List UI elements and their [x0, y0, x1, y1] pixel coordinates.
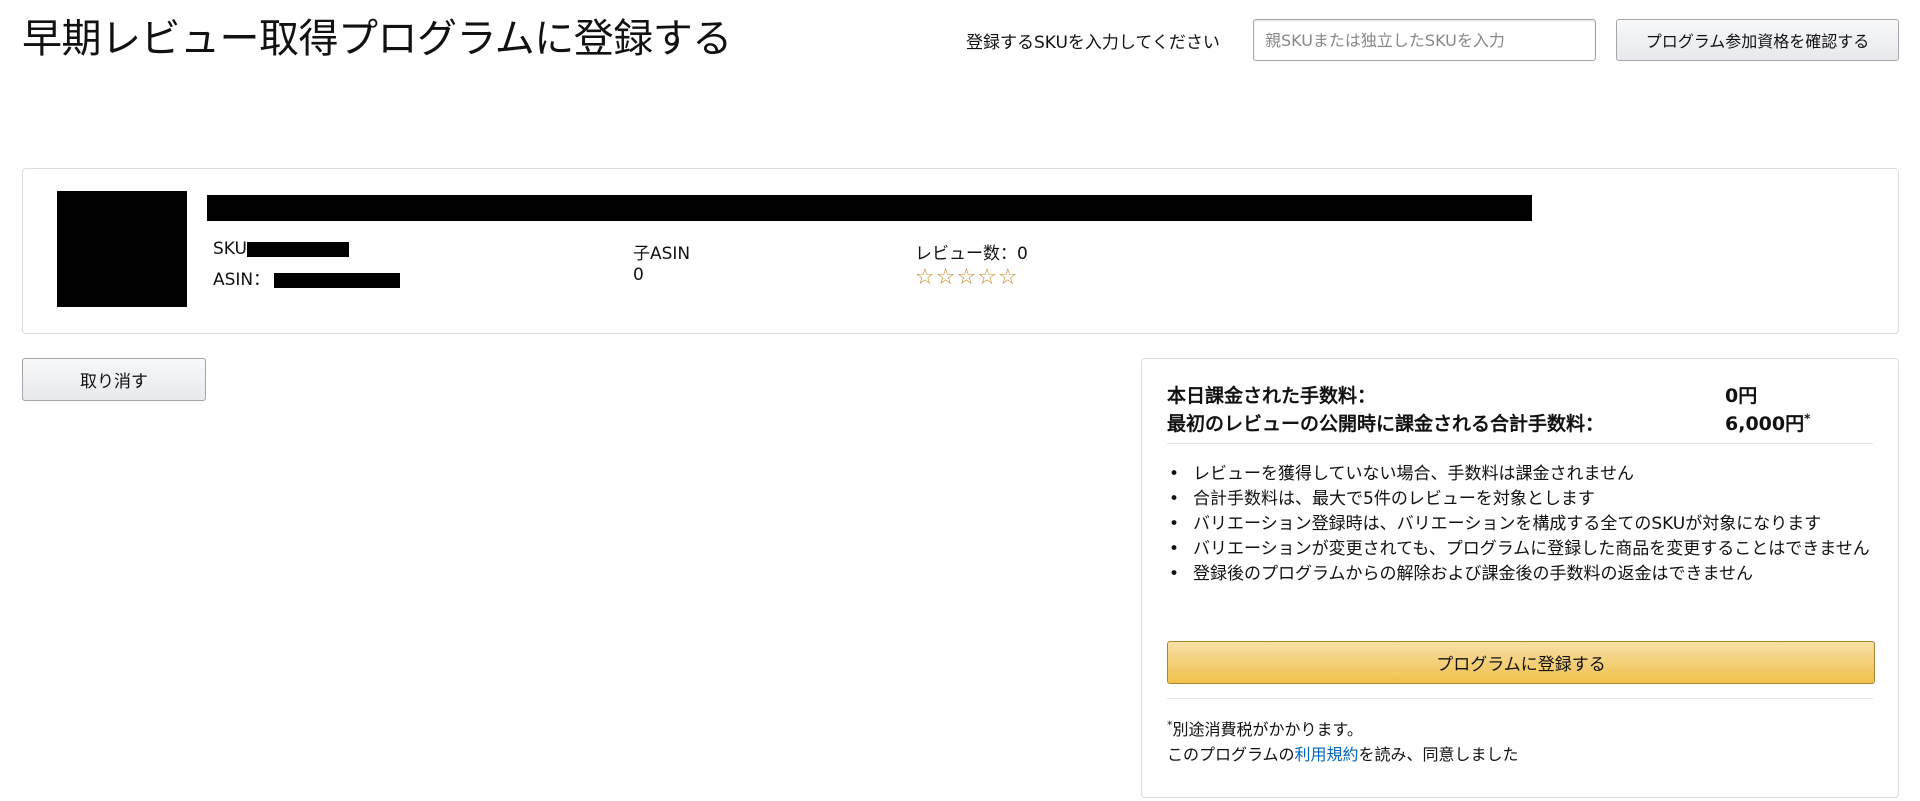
terms-suffix: を読み、同意しました: [1358, 745, 1519, 764]
check-eligibility-button[interactable]: プログラム参加資格を確認する: [1616, 19, 1899, 61]
terms-prefix: このプログラムの: [1167, 745, 1295, 764]
fee-panel: 本日課金された手数料： 0円 最初のレビューの公開時に課金される合計手数料： 6…: [1141, 358, 1899, 798]
sku-field: SKU: [213, 239, 349, 259]
today-fee-value: 0円: [1725, 385, 1758, 407]
tax-note-text: 別途消費税がかかります。: [1172, 720, 1363, 739]
terms-of-use-link[interactable]: 利用規約: [1295, 745, 1359, 764]
sku-input-label: 登録するSKUを入力してください: [966, 33, 1220, 53]
child-asin-label: 子ASIN: [633, 244, 691, 264]
fee-note: バリエーション登録時は、バリエーションを構成する全てのSKUが対象になります: [1167, 512, 1877, 537]
sku-label: SKU: [213, 239, 247, 259]
cancel-button[interactable]: 取り消す: [22, 358, 206, 401]
product-card: SKU ASIN： 子ASIN 0 レビュー数：0 ☆☆☆☆☆: [22, 168, 1899, 334]
fee-note: レビューを獲得していない場合、手数料は課金されません: [1167, 462, 1877, 487]
fee-note: 登録後のプログラムからの解除および課金後の手数料の返金はできません: [1167, 562, 1877, 587]
total-fee-footnote-mark: *: [1804, 411, 1811, 426]
fee-notes-list: レビューを獲得していない場合、手数料は課金されません 合計手数料は、最大で5件の…: [1167, 462, 1877, 587]
enroll-divider: [1167, 698, 1873, 699]
fee-note: バリエーションが変更されても、プログラムに登録した商品を変更することはできません: [1167, 537, 1877, 562]
enroll-program-button[interactable]: プログラムに登録する: [1167, 641, 1875, 684]
asin-field: ASIN：: [213, 265, 401, 290]
sku-value-redacted: [246, 241, 349, 257]
product-image-redacted: [57, 191, 187, 307]
sku-search-input[interactable]: [1253, 19, 1596, 61]
asin-label: ASIN：: [213, 270, 271, 290]
star-rating: ☆☆☆☆☆: [915, 265, 1019, 290]
child-asin-count: 0: [633, 265, 644, 285]
asin-value-redacted: [274, 272, 401, 288]
product-title-redacted: [207, 195, 1532, 221]
page-title: 早期レビュー取得プログラムに登録する: [22, 16, 732, 62]
fee-divider: [1167, 443, 1873, 444]
total-fee-amount: 6,000円: [1725, 413, 1805, 435]
terms-note: このプログラムの利用規約を読み、同意しました: [1167, 741, 1519, 765]
total-fee-label: 最初のレビューの公開時に課金される合計手数料：: [1167, 413, 1605, 435]
fee-note: 合計手数料は、最大で5件のレビューを対象とします: [1167, 487, 1877, 512]
total-fee-value: 6,000円*: [1725, 409, 1810, 436]
today-fee-label: 本日課金された手数料：: [1167, 385, 1377, 407]
tax-note: *別途消費税がかかります。: [1167, 716, 1363, 740]
review-count: レビュー数：0: [915, 244, 1028, 264]
